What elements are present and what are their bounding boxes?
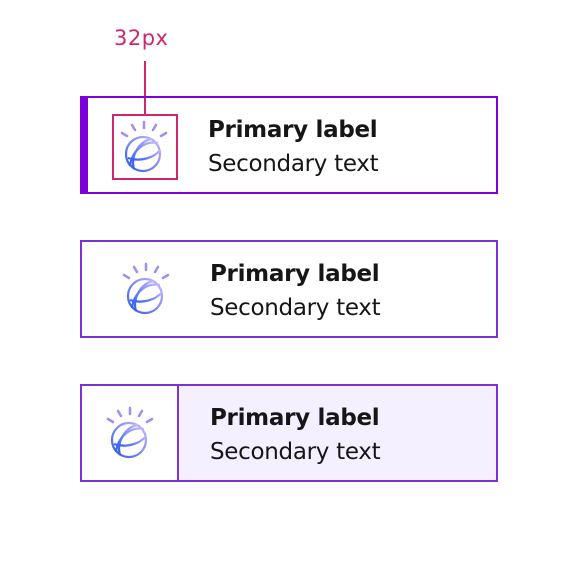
watson-globe-icon — [106, 406, 154, 459]
tile-default[interactable]: Primary label Secondary text — [80, 240, 498, 338]
measure-box — [112, 114, 178, 180]
primary-label: Primary label — [210, 405, 380, 431]
secondary-text: Secondary text — [210, 295, 381, 321]
secondary-text: Secondary text — [210, 439, 381, 465]
watson-globe-icon — [122, 262, 170, 315]
primary-label: Primary label — [208, 117, 378, 143]
secondary-text: Secondary text — [208, 151, 379, 177]
primary-label: Primary label — [210, 261, 380, 287]
measure-label: 32px — [114, 26, 169, 50]
tile-split[interactable]: Primary label Secondary text — [80, 384, 498, 482]
